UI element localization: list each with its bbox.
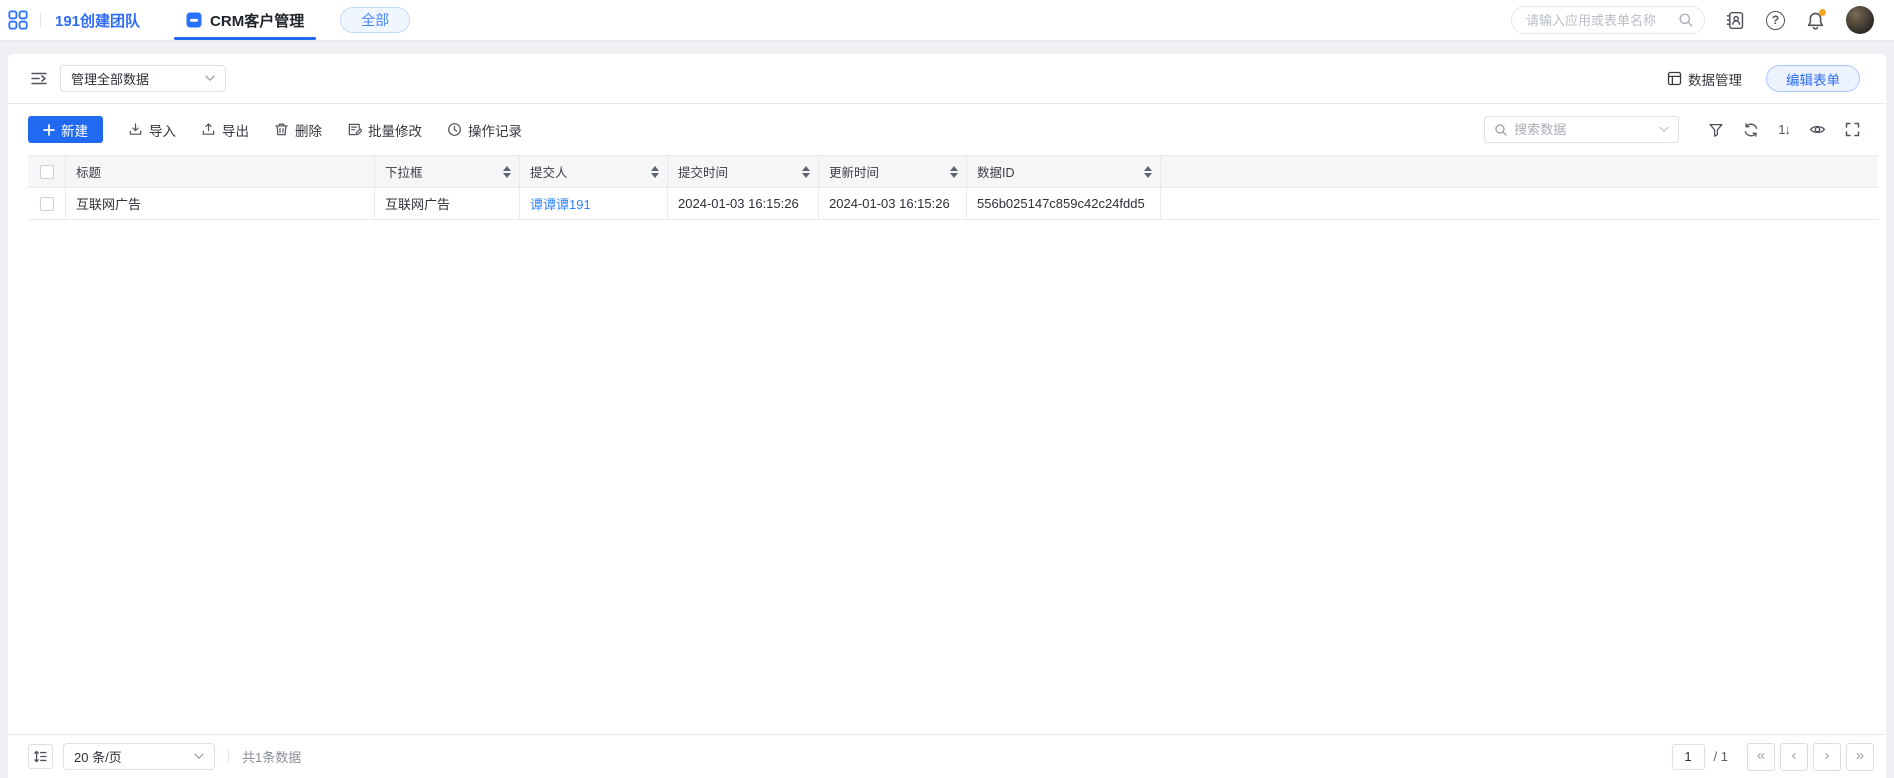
view-selector[interactable]: 管理全部数据: [60, 65, 226, 92]
history-button[interactable]: 操作记录: [447, 120, 522, 140]
row-checkbox[interactable]: [39, 196, 54, 211]
refresh-icon[interactable]: [1743, 122, 1759, 138]
cell-title[interactable]: 互联网广告: [66, 188, 375, 219]
table-area: 标题 下拉框 提交人 提交时间 更新时间 数据ID 互联网广告 互联网广告 谭谭…: [8, 155, 1886, 734]
new-record-button[interactable]: 新建: [28, 116, 103, 143]
divider: [228, 749, 229, 764]
column-header-data-id[interactable]: 数据ID: [967, 156, 1161, 187]
sort-toggle-icon[interactable]: [794, 165, 810, 178]
column-header-title[interactable]: 标题: [66, 156, 375, 187]
last-page-button[interactable]: »: [1846, 742, 1874, 771]
first-page-button[interactable]: «: [1747, 742, 1775, 771]
scope-all-pill[interactable]: 全部: [340, 7, 411, 33]
data-manage-button[interactable]: 数据管理: [1667, 69, 1742, 89]
column-visibility-eye-icon[interactable]: [1809, 121, 1826, 138]
total-count-text: 共1条数据: [242, 750, 302, 765]
export-button[interactable]: 导出: [201, 120, 249, 140]
row-filler: [1161, 188, 1878, 219]
view-bar: 管理全部数据 数据管理 编辑表单: [8, 54, 1886, 103]
column-header-submit-time[interactable]: 提交时间: [668, 156, 819, 187]
data-table: 标题 下拉框 提交人 提交时间 更新时间 数据ID 互联网广告 互联网广告 谭谭…: [28, 155, 1878, 220]
header-filler: [1161, 156, 1878, 187]
tab-crm-app[interactable]: CRM客户管理: [174, 0, 317, 40]
notification-dot: [1819, 8, 1826, 16]
user-avatar[interactable]: [1846, 6, 1874, 34]
filter-icon[interactable]: [1708, 122, 1724, 138]
data-search[interactable]: [1484, 116, 1680, 143]
list-footer: 20 条/页 共1条数据 / 1 « ‹ › »: [8, 734, 1886, 778]
search-icon: [1678, 12, 1694, 28]
batch-edit-button[interactable]: 批量修改: [347, 120, 422, 140]
pagination: / 1 « ‹ › »: [1671, 742, 1874, 771]
column-header-submitter[interactable]: 提交人: [520, 156, 668, 187]
team-name-link[interactable]: 191创建团队: [55, 10, 140, 31]
notifications-bell-icon[interactable]: [1806, 8, 1826, 30]
contacts-book-icon[interactable]: [1726, 11, 1745, 30]
fullscreen-icon[interactable]: [1845, 122, 1860, 137]
global-search[interactable]: [1511, 6, 1705, 34]
column-header-dropdown[interactable]: 下拉框: [375, 156, 520, 187]
global-search-input[interactable]: [1526, 12, 1678, 28]
page-size-selector[interactable]: 20 条/页: [63, 743, 215, 770]
table-row[interactable]: 互联网广告 互联网广告 谭谭谭191 2024-01-03 16:15:26 2…: [28, 188, 1878, 220]
total-pages-label: / 1: [1713, 749, 1728, 764]
cell-dropdown[interactable]: 互联网广告: [375, 188, 520, 219]
page-size-value: 20 条/页: [74, 750, 122, 765]
app-icon: [186, 12, 202, 28]
sort-icon[interactable]: 1↓: [1778, 122, 1791, 137]
apps-grid-icon[interactable]: [8, 10, 28, 30]
view-selector-value: 管理全部数据: [71, 72, 150, 87]
row-height-button[interactable]: [28, 744, 53, 769]
cell-submit-time: 2024-01-03 16:15:26: [668, 188, 819, 219]
cell-submitter-link[interactable]: 谭谭谭191: [530, 194, 591, 213]
column-header-update-time[interactable]: 更新时间: [819, 156, 967, 187]
help-icon[interactable]: ?: [1766, 10, 1785, 30]
active-tab-underline: [174, 37, 317, 40]
divider: [40, 12, 41, 28]
topbar: 191创建团队 CRM客户管理 全部 请输入应用或表单名称 ?: [0, 0, 1894, 41]
select-all-checkbox[interactable]: [39, 164, 54, 179]
table-header-row: 标题 下拉框 提交人 提交时间 更新时间 数据ID: [28, 156, 1878, 188]
tab-label: CRM客户管理: [210, 12, 305, 30]
sort-toggle-icon[interactable]: [1136, 165, 1152, 178]
action-toolbar: 新建 导入 导出 删除 批量修改 操作记录 搜索数据 1↓: [8, 103, 1886, 155]
next-page-button[interactable]: ›: [1813, 742, 1841, 771]
edit-form-button[interactable]: 编辑表单: [1766, 65, 1860, 92]
cell-update-time: 2024-01-03 16:15:26: [819, 188, 967, 219]
sidebar-toggle-icon[interactable]: [30, 70, 48, 87]
import-button[interactable]: 导入: [128, 120, 176, 140]
data-search-input[interactable]: [1514, 122, 1660, 137]
cell-data-id: 556b025147c859c42c24fdd5: [967, 188, 1161, 219]
sort-toggle-icon[interactable]: [942, 165, 958, 178]
prev-page-button[interactable]: ‹: [1780, 742, 1808, 771]
sort-toggle-icon[interactable]: [643, 165, 659, 178]
sort-toggle-icon[interactable]: [495, 165, 511, 178]
main-panel: 管理全部数据 数据管理 编辑表单 新建 导入 导出 删除 批量修改 操作记录 搜…: [8, 54, 1886, 778]
delete-button[interactable]: 删除: [274, 120, 322, 140]
page-number-input[interactable]: [1671, 743, 1705, 770]
